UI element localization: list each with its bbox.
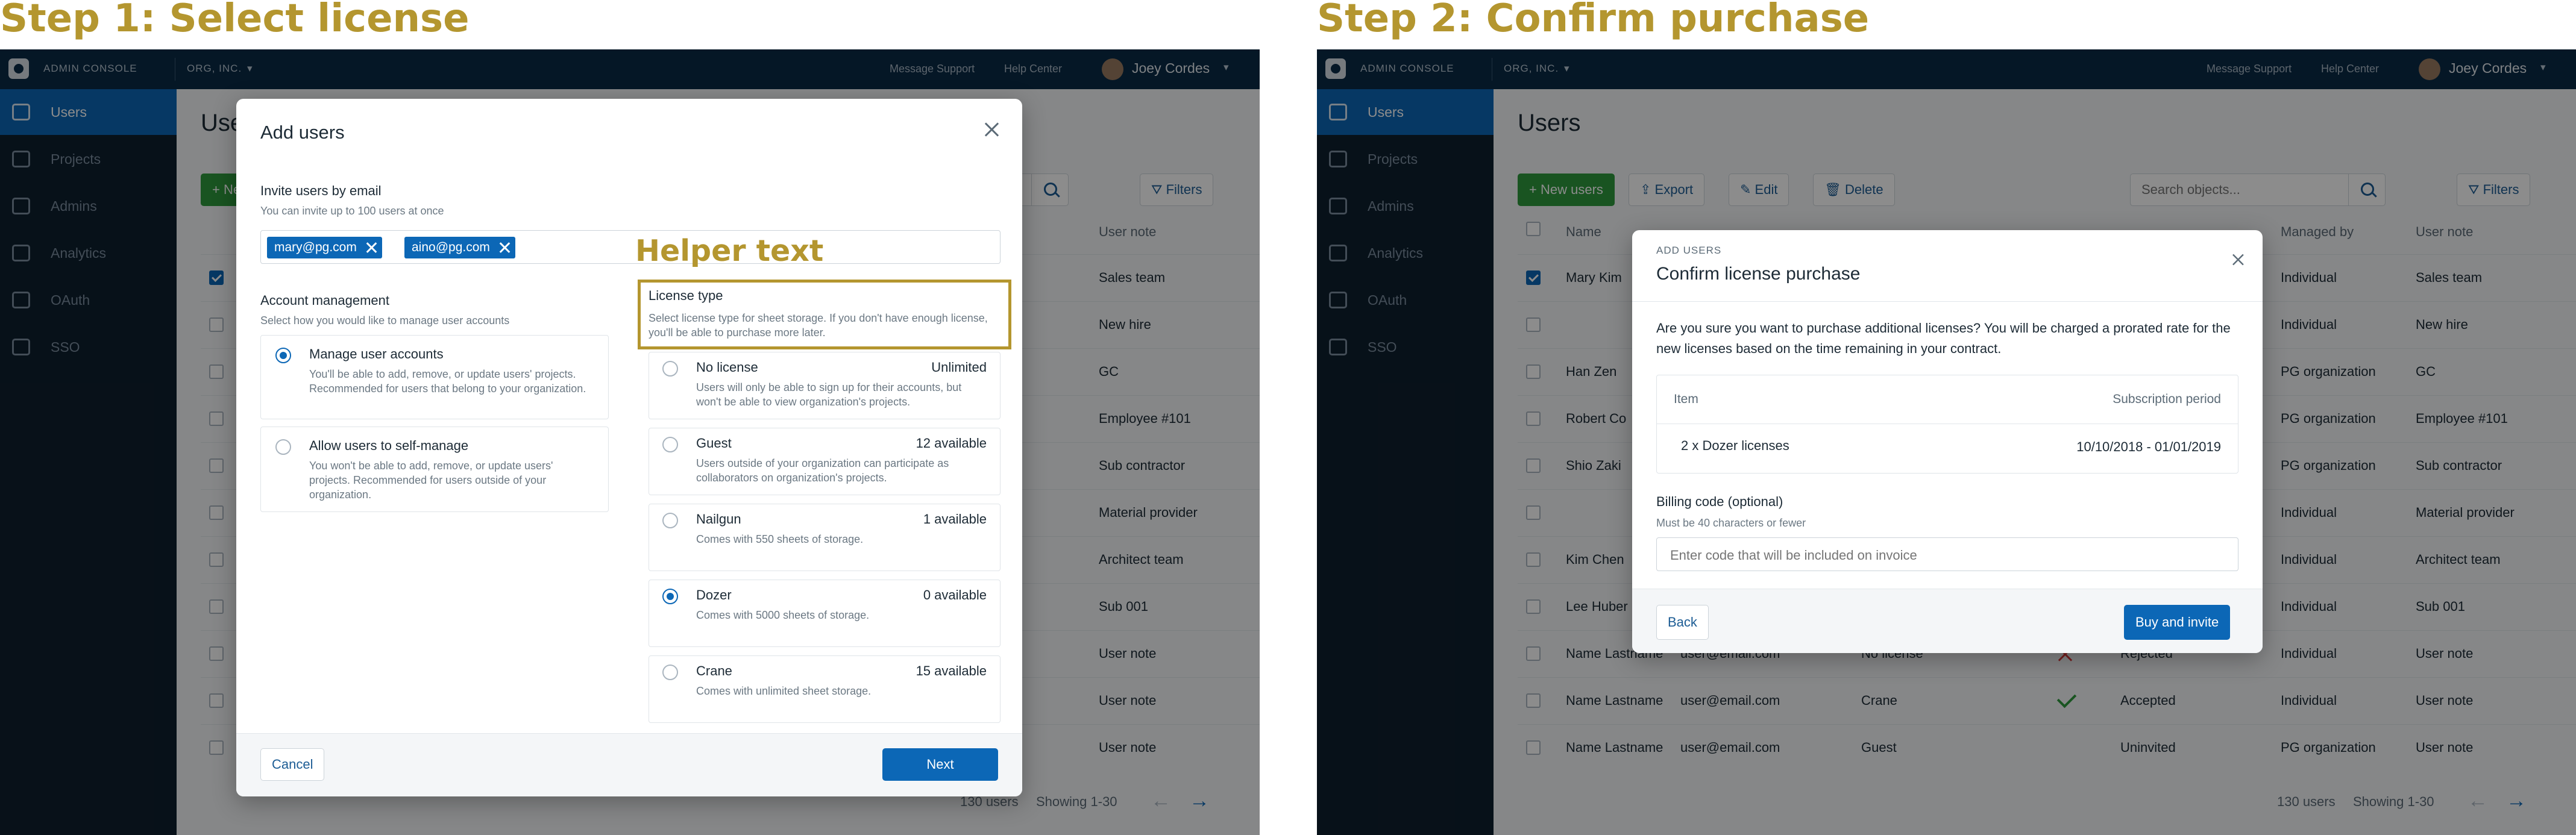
step1-panel: Step 1: Select license ADMIN CONSOLE ORG… (0, 0, 1260, 835)
billing-code-input[interactable] (1669, 546, 2214, 565)
billing-code-help: Must be 40 characters or fewer (1656, 517, 1806, 529)
column-header-period: Subscription period (2113, 392, 2221, 406)
radio-button[interactable] (275, 439, 291, 455)
invite-help: You can invite up to 100 users at once (260, 205, 444, 217)
license-option-no-license[interactable]: No license Unlimited Users will only be ab… (649, 352, 1001, 419)
option-title: Manage user accounts (309, 346, 444, 361)
license-option-crane[interactable]: Crane 15 available Comes with unlimited sh… (649, 655, 1001, 723)
remove-icon[interactable] (365, 242, 377, 254)
close-icon[interactable] (2231, 252, 2245, 267)
invite-label: Invite users by email (260, 183, 382, 198)
modal-eyebrow: ADD USERS (1656, 245, 1722, 256)
radio-button[interactable] (662, 513, 678, 528)
helper-text-highlight (638, 280, 1011, 349)
buy-and-invite-button[interactable]: Buy and invite (2124, 605, 2231, 640)
manage-accounts-option[interactable]: Manage user accounts You'll be able to a… (260, 335, 609, 419)
account-mgmt-label: Account management (260, 293, 390, 308)
license-description: Comes with 5000 sheets of storage. (696, 609, 870, 621)
confirm-body: Are you sure you want to purchase additi… (1656, 321, 2231, 356)
radio-button[interactable] (662, 437, 678, 452)
email-field[interactable]: mary@pg.com aino@pg.com (260, 230, 1001, 264)
email-chip-label: mary@pg.com (274, 240, 357, 254)
modal-footer: Back Buy and invite (1632, 589, 2263, 653)
self-manage-option[interactable]: Allow users to self-manage You won't be … (260, 427, 609, 512)
license-description: Users will only be able to sign up for t… (696, 381, 962, 408)
confirm-purchase-modal: ADD USERS Confirm license purchase Are y… (1632, 230, 2263, 653)
step1-title: Step 1: Select license (0, 0, 470, 41)
divider (1632, 301, 2263, 302)
billing-code-field[interactable] (1656, 537, 2238, 571)
account-mgmt-help: Select how you would like to manage user… (260, 314, 510, 327)
add-users-modal: Add users Invite users by email You can … (236, 99, 1022, 796)
email-chip: aino@pg.com (404, 237, 515, 258)
close-icon[interactable] (982, 120, 1001, 139)
option-title: Allow users to self-manage (309, 438, 469, 453)
license-availability: 0 available (923, 587, 987, 602)
license-availability: 12 available (916, 436, 987, 451)
license-option-dozer[interactable]: Dozer 0 available Comes with 5000 sheets o… (649, 580, 1001, 647)
step2-title: Step 2: Confirm purchase (1317, 0, 1870, 41)
purchase-item: 2 x Dozer licenses (1681, 438, 1789, 453)
remove-icon[interactable] (498, 242, 510, 254)
email-chip-label: aino@pg.com (412, 240, 490, 254)
step2-panel: Step 2: Confirm purchase ADMIN CONSOLE O… (1317, 0, 2576, 835)
modal-footer: Cancel Next (236, 733, 1022, 796)
license-name: No license (696, 360, 758, 375)
license-description: Users outside of your organization can p… (696, 457, 949, 484)
modal-title: Add users (260, 122, 345, 143)
cancel-button[interactable]: Cancel (260, 748, 325, 781)
license-name: Nailgun (696, 511, 741, 527)
email-chip: mary@pg.com (267, 237, 382, 258)
license-description: Comes with 550 sheets of storage. (696, 533, 864, 545)
radio-button[interactable] (662, 361, 678, 377)
modal-title: Confirm license purchase (1656, 264, 1861, 284)
back-button[interactable]: Back (1656, 605, 1709, 640)
column-header-item: Item (1674, 392, 1698, 406)
radio-button[interactable] (275, 348, 291, 363)
purchase-summary-table: Item Subscription period 2 x Dozer licen… (1656, 375, 2238, 474)
license-option-nailgun[interactable]: Nailgun 1 available Comes with 550 sheets … (649, 504, 1001, 571)
license-option-guest[interactable]: Guest 12 available Users outside of your o… (649, 428, 1001, 495)
app-window: ADMIN CONSOLE ORG, INC. ▾ Message Suppor… (1317, 49, 2576, 835)
next-button[interactable]: Next (882, 748, 998, 781)
license-name: Crane (696, 663, 732, 678)
option-description: You'll be able to add, remove, or update… (309, 368, 586, 395)
license-name: Dozer (696, 587, 732, 602)
billing-code-label: Billing code (optional) (1656, 494, 1783, 509)
app-window: ADMIN CONSOLE ORG, INC. ▾ Message Suppor… (0, 49, 1260, 835)
option-description: You won't be able to add, remove, or upd… (309, 460, 553, 501)
license-availability: 1 available (923, 511, 987, 527)
helper-text-annotation: Helper text (635, 234, 824, 268)
license-availability: 15 available (916, 663, 987, 678)
subscription-period: 10/10/2018 - 01/01/2019 (2076, 439, 2221, 454)
radio-button[interactable] (662, 665, 678, 680)
license-availability: Unlimited (931, 360, 987, 375)
license-name: Guest (696, 436, 732, 451)
radio-button[interactable] (662, 589, 678, 604)
license-description: Comes with unlimited sheet storage. (696, 685, 872, 697)
